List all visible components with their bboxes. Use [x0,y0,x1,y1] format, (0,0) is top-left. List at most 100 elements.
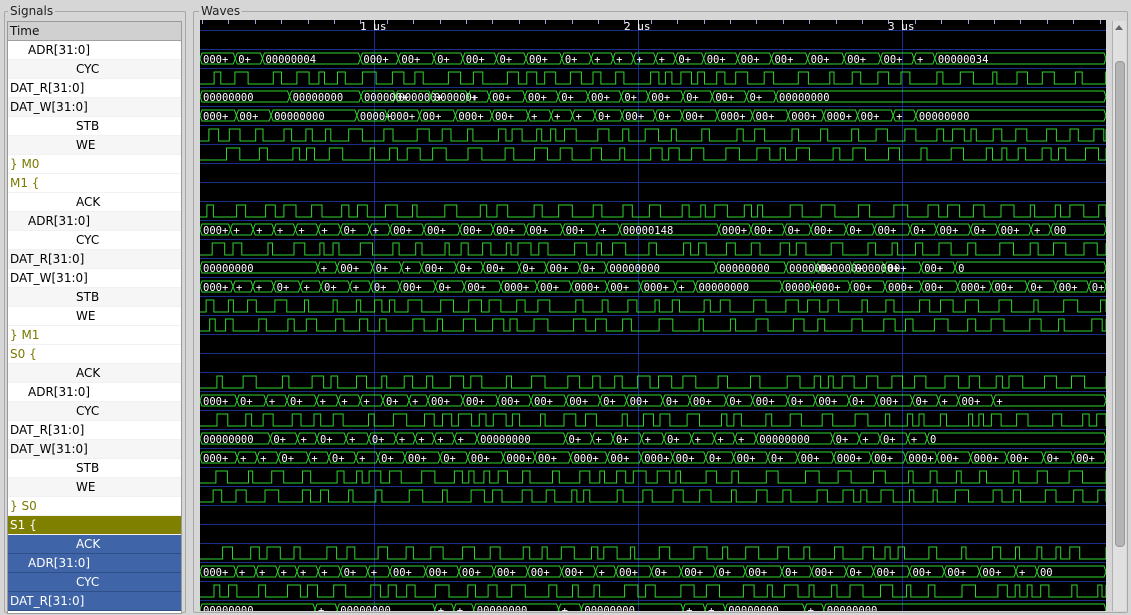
signal-row[interactable]: ACK [8,535,181,554]
signal-label: DAT_W[31:0] [10,442,88,456]
bus-value-label: 0+ [915,396,928,408]
bus-value-label: 0+ [654,567,667,579]
bit-waveform [200,242,1106,256]
time-tick-label: 3 us [888,20,915,33]
bus-value-label: 00+ [651,92,670,104]
signal-label: ADR[31:0] [28,556,91,570]
bus-value-label: 00+ [466,396,485,408]
bus-value-label: + [708,605,714,611]
bus-value-label: 00+ [994,282,1013,294]
bus-value-label: + [862,434,868,446]
waveform-canvas[interactable]: 1 us 2 us 3 us 000+ 0+ 00000004 000+ 00+ 0+ 00+ 0+… [200,20,1106,611]
signal-list[interactable]: Time ADR[31:0] CYC DAT_R[31:0] DAT_W[31:0] ST… [7,21,182,614]
signal-group-row[interactable]: } M1 [8,326,181,345]
signal-row[interactable]: ACK [8,364,181,383]
bus-value-label: + [233,225,239,237]
bus-value-label: 0+ [277,282,290,294]
bus-value-label: 0+ [658,111,671,123]
bus-value-label: 00+ [408,453,427,465]
bus-value-label: + [616,54,622,66]
bus-value-label: 00000000 [728,605,779,611]
signal-row[interactable]: ADR[31:0] [8,41,181,60]
scroll-up-arrow-icon[interactable] [1115,23,1123,33]
signal-label: STB [76,461,100,475]
bus-value-label: 0+ [376,263,389,275]
signal-row[interactable]: ADR[31:0] [8,383,181,402]
signal-row[interactable]: DAT_W[31:0] [8,98,181,117]
bus-value-label: 00+ [496,225,515,237]
bus-value-label: 0+ [686,92,699,104]
signal-row[interactable]: DAT_R[31:0] [8,79,181,98]
signal-group-row[interactable]: S0 { [8,345,181,364]
signal-group-row[interactable]: S1 { [8,516,181,535]
signal-label: DAT_W[31:0] [10,100,88,114]
bus-value-label: 0+ [974,225,987,237]
signal-group-row[interactable]: } M0 [8,155,181,174]
bit-waveform [200,147,1106,161]
time-header[interactable]: Time [8,22,181,41]
signal-row[interactable]: DAT_R[31:0] [8,592,181,611]
bus-value-label: 0+ [598,111,611,123]
bus-value-label: 00+ [531,567,550,579]
signal-row[interactable]: WE [8,478,181,497]
signal-row[interactable]: CYC [8,231,181,250]
bus-value-label: 000+ [908,453,933,465]
signal-row[interactable]: DAT_W[31:0] [8,269,181,288]
signal-row[interactable]: DAT_R[31:0] [8,421,181,440]
signal-label: ACK [76,366,101,380]
signal-row[interactable]: WE [8,136,181,155]
bus-value-label: 00+ [431,396,450,408]
bus-value-label: 00+ [685,111,704,123]
bus-value-label: 00+ [625,111,644,123]
signal-row[interactable]: CYC [8,402,181,421]
time-tick-label: 2 us [624,20,651,33]
signal-row[interactable]: ACK [8,193,181,212]
bus-value-label: 00+ [947,567,966,579]
signal-row[interactable]: ADR[31:0] [8,212,181,231]
bus-value-label: 00000000 [480,434,531,446]
waveform-svg[interactable]: 1 us 2 us 3 us000+ 0+ 00000004 000+ 00+ 0+ 00+ 0+… [200,20,1106,611]
bus-value-label: 000+ [574,282,599,294]
signal-row[interactable]: DAT_R[31:0] [8,250,181,269]
signal-label: DAT_R[31:0] [10,81,85,95]
signal-row[interactable]: DAT_W[31:0] [8,440,181,459]
bus-value-label: 00+ [393,225,412,237]
signal-row[interactable]: CYC [8,573,181,592]
bus-value-label: + [281,567,287,579]
bus-value-label: 00+ [939,225,958,237]
bus-value-label: 0+ [561,92,574,104]
bit-waveform [200,375,1106,389]
scroll-thumb[interactable] [1115,61,1125,547]
bus-value-label: + [678,282,684,294]
bus-value-label: 0+ [678,54,691,66]
signal-group-row[interactable]: M1 { [8,174,181,193]
signal-label: STB [76,290,100,304]
bus-value-label: + [911,434,917,446]
bus-value-label: + [1034,225,1040,237]
bus-value-label: 00+ [961,396,980,408]
bus-value-label: 00+ [610,453,629,465]
signal-label: } M0 [10,157,40,171]
bus-value-label: 00+ [884,54,903,66]
bus-value-label: 00+ [774,54,793,66]
signal-row[interactable]: WE [8,307,181,326]
signal-label: ADR[31:0] [28,214,91,228]
bus-value-label: + [531,111,537,123]
bus-value-label: 00000000 [609,263,660,275]
bus-value-label: 00+ [529,225,548,237]
bus-value-label: 000+ [504,282,529,294]
bit-waveform [200,584,1106,598]
signal-row[interactable]: ADR[31:0] [8,554,181,573]
signal-group-row[interactable]: } S0 [8,497,181,516]
bus-segment [926,432,1106,445]
vertical-scrollbar[interactable] [1112,21,1126,611]
signal-row[interactable]: STB [8,117,181,136]
signal-row[interactable]: STB [8,288,181,307]
signal-row[interactable]: STB [8,459,181,478]
bus-value-label: 000+ [203,453,228,465]
bus-value-label: + [645,434,651,446]
signal-row[interactable]: CYC [8,60,181,79]
bus-value-label: + [1019,567,1025,579]
bit-waveform [200,413,1106,427]
bus-value-label: + [437,434,443,446]
